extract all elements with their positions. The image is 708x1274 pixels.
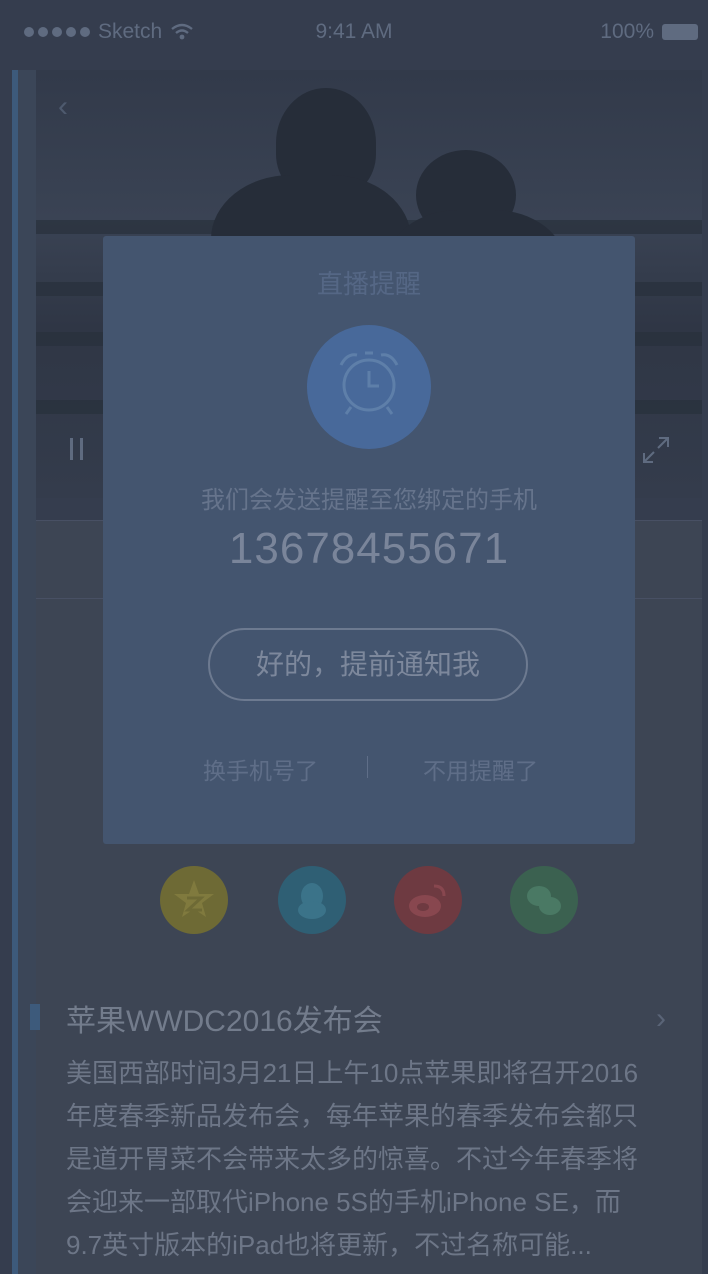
article-line: 9.7英寸版本的iPad也将更新，不过名称可能... (66, 1230, 592, 1260)
share-weibo-button[interactable] (394, 866, 462, 934)
status-right: 100% (600, 20, 698, 44)
link-separator (367, 756, 368, 778)
qq-icon (298, 883, 326, 919)
article-title[interactable]: 苹果WWDC2016发布会 (66, 996, 383, 1040)
share-qq-button[interactable] (278, 866, 346, 934)
weibo-icon (409, 884, 446, 917)
dismiss-reminder-link[interactable]: 不用提醒了 (423, 752, 538, 786)
change-phone-link[interactable]: 换手机号了 (203, 752, 318, 786)
back-icon[interactable]: ‹ (58, 92, 88, 122)
share-wechat-button[interactable] (510, 866, 578, 934)
fullscreen-icon[interactable] (640, 434, 672, 466)
share-qzone-button[interactable] (160, 866, 228, 934)
modal-title: 直播提醒 (316, 269, 421, 299)
battery-percent: 100% (600, 20, 654, 43)
chevron-right-icon[interactable]: › (656, 1002, 666, 1036)
article-body: 美国西部时间3月21日上午10点苹果即将召开2016 年度春季新品发布会，每年苹… (66, 1052, 666, 1267)
alarm-clock-icon (339, 351, 399, 415)
article-line: 美国西部时间3月21日上午10点苹果即将召开2016 (66, 1058, 639, 1088)
wechat-icon (527, 886, 561, 915)
app-screen: Sketch 9:41 AM 100% ‹ 苹果WWDC2016发布会 › 美国… (0, 0, 708, 1274)
pause-icon[interactable] (70, 438, 83, 460)
modal-message: 我们会发送提醒至您绑定的手机 (201, 487, 537, 514)
battery-icon (662, 24, 698, 40)
live-reminder-modal: 直播提醒 我们会发送提醒至您绑定的手机 13678455671 好的，提前通知我… (103, 236, 635, 844)
article-line: 是道开胃菜不会带来太多的惊喜。不过今年春季将 (66, 1144, 639, 1174)
background-page-accent (12, 70, 18, 1274)
qzone-icon (174, 880, 214, 917)
article-line: 会迎来一部取代iPhone 5S的手机iPhone SE，而 (66, 1187, 621, 1217)
article-line: 年度春季新品发布会，每年苹果的春季发布会都只 (66, 1101, 639, 1131)
status-bar: Sketch 9:41 AM 100% (0, 0, 708, 66)
confirm-notify-button[interactable]: 好的，提前通知我 (208, 628, 528, 701)
article-marker (30, 1004, 40, 1030)
alarm-badge (307, 325, 431, 449)
bound-phone-number: 13678455671 (228, 524, 510, 573)
